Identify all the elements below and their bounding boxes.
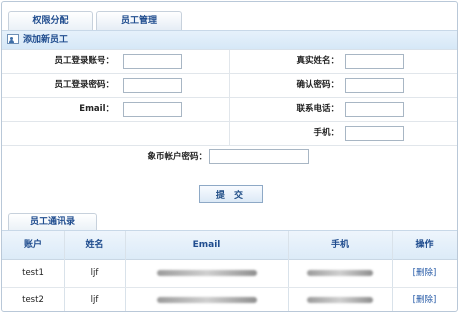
add-employee-title: 添加新员工 bbox=[23, 35, 69, 45]
table-row: test2 ljf [删除] bbox=[2, 287, 457, 311]
contacts-table: 账户 姓名 Email 手机 操作 test1 ljf [删除] test2 l… bbox=[2, 230, 457, 311]
row-mobile bbox=[288, 260, 392, 287]
header-action: 操作 bbox=[415, 240, 434, 250]
top-tabs: 权限分配 员工管理 bbox=[2, 2, 457, 30]
submit-button[interactable]: 提 交 bbox=[199, 185, 263, 203]
redacted-mobile bbox=[307, 296, 373, 303]
real-name-label: 真实姓名： bbox=[296, 56, 339, 66]
row-name: ljf bbox=[90, 268, 99, 278]
row-email bbox=[125, 260, 288, 287]
mobile-label: 手机： bbox=[313, 128, 339, 138]
header-account: 账户 bbox=[23, 240, 42, 250]
header-email: Email bbox=[192, 240, 221, 250]
contacts-table-header: 账户 姓名 Email 手机 操作 bbox=[2, 231, 457, 260]
mobile-input[interactable] bbox=[345, 126, 404, 141]
email-label: Email： bbox=[79, 104, 114, 114]
account-password-label: 象币帐户密码： bbox=[147, 152, 207, 162]
delete-link[interactable]: [删除] bbox=[392, 260, 457, 287]
phone-label: 联系电话： bbox=[296, 104, 339, 114]
phone-input[interactable] bbox=[345, 102, 404, 117]
email-input[interactable] bbox=[123, 102, 182, 117]
login-account-input[interactable] bbox=[123, 54, 182, 69]
contacts-tab[interactable]: 员工通讯录 bbox=[8, 213, 97, 231]
redacted-email bbox=[156, 269, 257, 276]
form-row-1: 员工登录账号： 真实姓名： bbox=[2, 50, 457, 74]
login-password-label: 员工登录密码： bbox=[54, 80, 114, 90]
row-email bbox=[125, 287, 288, 311]
confirm-password-label: 确认密码： bbox=[296, 80, 339, 90]
table-row: test1 ljf [删除] bbox=[2, 260, 457, 288]
redacted-mobile bbox=[307, 269, 373, 276]
form-row-3: Email： 联系电话： bbox=[2, 98, 457, 122]
row-name: ljf bbox=[90, 295, 99, 305]
tab-permission-assignment[interactable]: 权限分配 bbox=[8, 11, 93, 30]
row-account: test1 bbox=[22, 268, 44, 278]
redacted-email bbox=[156, 296, 257, 303]
form-row-2: 员工登录密码： 确认密码： bbox=[2, 74, 457, 98]
user-card-icon bbox=[7, 34, 19, 44]
tab-employee-management[interactable]: 员工管理 bbox=[96, 11, 182, 30]
form-row-4: 手机： bbox=[2, 122, 457, 146]
confirm-password-input[interactable] bbox=[345, 78, 404, 93]
header-name: 姓名 bbox=[85, 240, 104, 250]
login-account-label: 员工登录账号： bbox=[54, 56, 114, 66]
employee-management-panel: 权限分配 员工管理 添加新员工 员工登录账号： 真实姓名： 员工登录密码： 确认… bbox=[1, 1, 458, 312]
delete-link[interactable]: [删除] bbox=[392, 287, 457, 311]
account-password-input[interactable] bbox=[209, 149, 309, 164]
row-mobile bbox=[288, 287, 392, 311]
real-name-input[interactable] bbox=[345, 54, 404, 69]
login-password-input[interactable] bbox=[123, 78, 182, 93]
add-employee-header: 添加新员工 bbox=[2, 30, 457, 50]
row-account: test2 bbox=[22, 295, 44, 305]
header-mobile: 手机 bbox=[330, 240, 349, 250]
